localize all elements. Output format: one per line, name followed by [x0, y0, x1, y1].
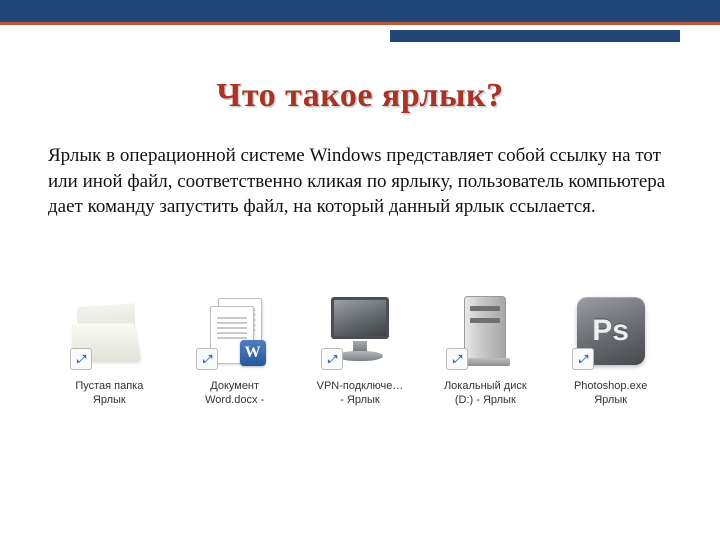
- shortcut-label: Документ Word.docx -: [205, 380, 264, 408]
- shortcut-arrow-icon: [446, 348, 468, 370]
- shortcut-vpn[interactable]: VPN-подключе… - Ярлык: [304, 290, 416, 408]
- photoshop-icon: Ps: [570, 290, 652, 372]
- shortcut-label: Photoshop.exe Ярлык: [574, 380, 647, 408]
- monitor-icon: [319, 290, 401, 372]
- word-doc-icon: W: [194, 290, 276, 372]
- shortcut-local-disk[interactable]: Локальный диск (D:) - Ярлык: [429, 290, 541, 408]
- shortcuts-row: Пустая папка Ярлык W Документ Word.docx …: [0, 290, 720, 408]
- shortcut-arrow-icon: [196, 348, 218, 370]
- shortcut-label: Пустая папка Ярлык: [75, 380, 143, 408]
- slide-title: Что такое ярлык?: [0, 77, 720, 115]
- accent-bar: [390, 30, 680, 42]
- shortcut-arrow-icon: [70, 348, 92, 370]
- shortcut-folder[interactable]: Пустая папка Ярлык: [53, 290, 165, 408]
- shortcut-label: Локальный диск (D:) - Ярлык: [444, 380, 527, 408]
- header-banner: [0, 0, 720, 22]
- shortcut-label: VPN-подключе… - Ярлык: [317, 380, 404, 408]
- shortcut-arrow-icon: [321, 348, 343, 370]
- shortcut-arrow-icon: [572, 348, 594, 370]
- body-paragraph: Ярлык в операционной системе Windows пре…: [48, 143, 672, 220]
- shortcut-photoshop[interactable]: Ps Photoshop.exe Ярлык: [555, 290, 667, 408]
- folder-icon: [68, 290, 150, 372]
- shortcut-word-doc[interactable]: W Документ Word.docx -: [179, 290, 291, 408]
- drive-icon: [444, 290, 526, 372]
